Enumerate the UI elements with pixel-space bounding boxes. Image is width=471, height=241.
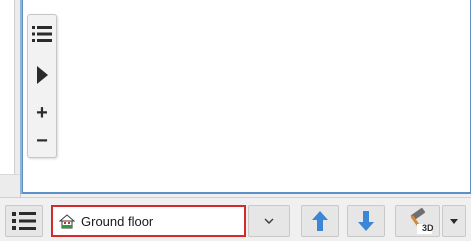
floor-selector-value: Ground floor xyxy=(81,213,154,229)
left-panel-content xyxy=(0,0,15,175)
chevron-down-icon xyxy=(264,218,274,224)
list-icon[interactable] xyxy=(30,22,54,46)
level-up-button[interactable] xyxy=(301,205,339,237)
arrow-up-icon xyxy=(312,211,328,231)
build-3d-button[interactable]: 3D xyxy=(395,205,440,237)
left-panel-edge xyxy=(0,0,21,197)
zoom-out-glyph: − xyxy=(36,130,48,152)
build-3d-badge: 3D xyxy=(422,223,434,233)
zoom-out-icon[interactable]: − xyxy=(30,129,54,153)
floor-selector[interactable]: Ground floor xyxy=(51,205,246,237)
floor-house-icon xyxy=(59,214,75,229)
view-palette: + − xyxy=(27,14,57,158)
app-window: + − Ground floor 3D xyxy=(0,0,471,241)
divider xyxy=(0,174,20,175)
floor-dropdown-button[interactable] xyxy=(248,205,290,237)
caret-down-icon xyxy=(450,218,458,224)
level-down-button[interactable] xyxy=(347,205,385,237)
build-options-button[interactable] xyxy=(442,205,466,237)
zoom-in-icon[interactable]: + xyxy=(30,101,54,125)
levels-list-button[interactable] xyxy=(5,205,43,237)
zoom-in-glyph: + xyxy=(36,102,48,124)
arrow-down-icon xyxy=(358,211,374,231)
play-icon[interactable] xyxy=(30,63,54,87)
bottom-toolbar: Ground floor 3D xyxy=(0,197,471,241)
drawing-canvas[interactable] xyxy=(22,0,471,194)
list-icon xyxy=(12,212,36,230)
